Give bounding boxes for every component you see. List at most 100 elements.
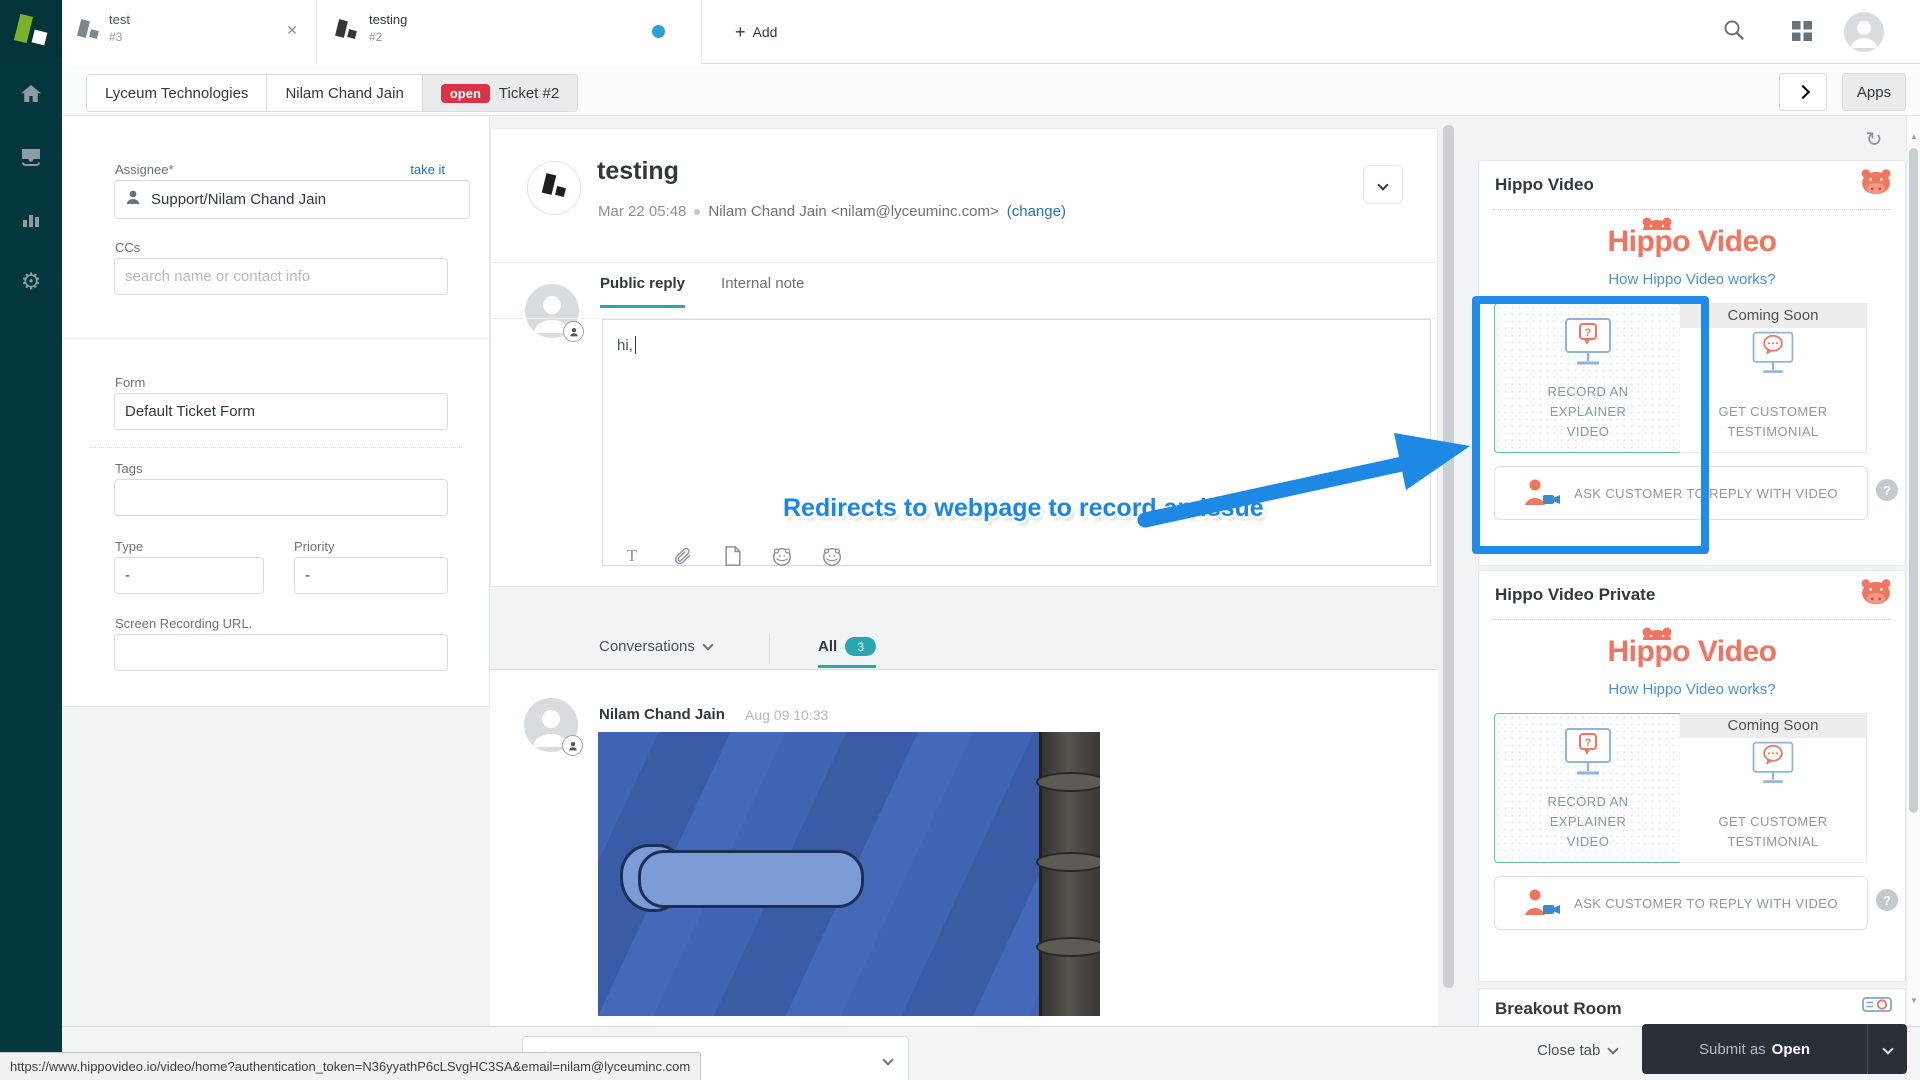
app-card-title: Hippo Video Private [1495, 585, 1655, 605]
collapse-ticket-button[interactable] [1363, 165, 1403, 204]
how-it-works-link[interactable]: How Hippo Video works? [1479, 681, 1905, 698]
apps-panel-scrollbar[interactable]: ▲ ▼ [1906, 116, 1920, 1026]
cartoon-arm-shape [638, 850, 864, 908]
text-format-icon[interactable]: T [620, 544, 644, 568]
add-tab-button[interactable]: + Add [735, 18, 777, 46]
annotation-arrow [1130, 420, 1478, 550]
hippo-video-logo: Hippo Video [1479, 635, 1905, 669]
message-attached-image[interactable] [598, 732, 1100, 1016]
app-card-title: Hippo Video [1495, 175, 1594, 195]
hippo-head-icon [1860, 578, 1892, 611]
brand-logo-tile[interactable] [0, 0, 62, 64]
submit-prefix: Submit as [1699, 1041, 1766, 1058]
close-tab-icon[interactable]: ✕ [286, 22, 298, 39]
requester-brand-avatar [527, 161, 581, 215]
user-avatar[interactable] [1844, 12, 1884, 52]
reports-icon[interactable] [19, 207, 43, 231]
tab-public-reply[interactable]: Public reply [600, 275, 685, 308]
breadcrumb-organization[interactable]: Lyceum Technologies [87, 75, 267, 111]
dotted-divider [1493, 209, 1891, 210]
record-explainer-tile[interactable]: ? RECORD AN EXPLAINER VIDEO [1494, 713, 1682, 863]
filter-all-tab[interactable]: All 3 [818, 637, 876, 668]
search-icon[interactable] [1722, 18, 1750, 46]
editor-text: hi, [617, 337, 633, 354]
left-nav-sidebar: ⚙ [0, 0, 62, 1080]
close-tab-dropdown[interactable]: Close tab [1537, 1042, 1617, 1059]
form-label: Form [115, 375, 145, 390]
main-scrollbar[interactable] [1443, 125, 1454, 988]
type-select[interactable] [114, 557, 264, 594]
attachment-paperclip-icon[interactable] [670, 544, 694, 568]
ticket-icon [79, 18, 99, 46]
cartoon-pipe-shape [1039, 732, 1100, 1016]
screen-recording-url-input[interactable] [114, 634, 448, 671]
app-window: ⚙ test #3 ✕ testing #2 + Add Lyceum Tech… [0, 0, 1920, 1080]
plus-icon: + [735, 23, 746, 41]
chevron-down-icon [1882, 1043, 1893, 1054]
assignee-field[interactable] [114, 180, 470, 219]
conversation-log: Nilam Chand Jain Aug 09 10:33 [490, 670, 1438, 1026]
change-requester-link[interactable]: (change) [1007, 203, 1066, 220]
close-tab-label: Close tab [1537, 1042, 1600, 1059]
record-explainer-label: RECORD AN EXPLAINER VIDEO [1527, 792, 1649, 852]
chevron-right-icon [1796, 85, 1810, 99]
ticket-icon [337, 18, 357, 46]
hippo-video-private-card: Hippo Video Private Hippo Video How Hipp… [1478, 570, 1906, 982]
ask-customer-label: ASK CUSTOMER TO REPLY WITH VIDEO [1574, 896, 1838, 911]
ticket-subtitle: Mar 22 05:48 Nilam Chand Jain <nilam@lyc… [598, 203, 1066, 220]
chevron-down-icon [1608, 1043, 1619, 1054]
form-select[interactable] [114, 393, 448, 430]
ticket-tab-test[interactable]: test #3 ✕ [63, 0, 317, 64]
ask-customer-reply-button[interactable]: ASK CUSTOMER TO REPLY WITH VIDEO [1494, 876, 1868, 930]
ticket-number-label: Ticket #2 [499, 85, 559, 102]
zendesk-logo-icon [12, 13, 50, 51]
submit-as-open-button[interactable]: Submit as Open [1642, 1024, 1867, 1074]
conversations-dropdown[interactable]: Conversations [599, 638, 712, 655]
requester-email: Nilam Chand Jain <nilam@lyceuminc.com> [708, 203, 998, 220]
message-author: Nilam Chand Jain [599, 706, 725, 723]
submit-button-group: Submit as Open [1642, 1024, 1907, 1074]
apps-toggle-button[interactable]: Apps [1842, 73, 1906, 111]
admin-gear-icon[interactable]: ⚙ [19, 269, 43, 293]
views-icon[interactable] [19, 145, 43, 169]
submit-options-chevron[interactable] [1867, 1024, 1907, 1074]
get-testimonial-tile[interactable]: Coming Soon GET CUSTOMER TESTIMONIAL [1680, 713, 1867, 863]
all-label: All [818, 638, 837, 655]
help-circle-icon[interactable]: ? [1876, 479, 1898, 501]
breadcrumb-requester[interactable]: Nilam Chand Jain [267, 75, 422, 111]
chevron-down-icon [1377, 179, 1388, 190]
message-badge-icon [562, 735, 583, 756]
ticket-tab-testing-active[interactable]: testing #2 [317, 0, 702, 64]
ticket-properties-panel: Assignee* take it CCs Form Tags Type Pri… [62, 116, 490, 707]
how-it-works-link[interactable]: How Hippo Video works? [1479, 271, 1905, 288]
svg-text:?: ? [1585, 737, 1592, 749]
chevron-down-icon [702, 639, 713, 650]
scrollbar-thumb[interactable] [1909, 148, 1918, 813]
hippo-video-library-icon[interactable] [820, 544, 844, 568]
refresh-apps-icon[interactable]: ↻ [1862, 128, 1886, 152]
tab-title: test [109, 12, 130, 27]
breadcrumb-ticket[interactable]: open Ticket #2 [423, 75, 577, 111]
projector-icon [1862, 993, 1892, 1022]
home-icon[interactable] [19, 82, 43, 106]
tags-input[interactable] [114, 479, 448, 516]
take-it-link[interactable]: take it [410, 162, 445, 177]
apps-grid-icon[interactable] [1792, 21, 1820, 49]
tab-internal-note[interactable]: Internal note [721, 275, 804, 308]
hippo-video-record-icon[interactable] [770, 544, 794, 568]
get-testimonial-label: GET CUSTOMER TESTIMONIAL [1712, 812, 1834, 852]
annotation-highlight-rectangle [1472, 296, 1709, 554]
type-label: Type [115, 539, 143, 554]
scroll-up-icon[interactable]: ▲ [1907, 132, 1920, 141]
get-testimonial-label: GET CUSTOMER TESTIMONIAL [1712, 402, 1834, 442]
ccs-input[interactable] [114, 258, 448, 295]
dotted-divider [1493, 619, 1891, 620]
insert-document-icon[interactable] [720, 544, 744, 568]
assignee-input[interactable] [149, 190, 459, 209]
scroll-down-icon[interactable]: ▼ [1907, 996, 1920, 1005]
next-ticket-button[interactable] [1779, 73, 1827, 111]
conversations-label: Conversations [599, 638, 695, 655]
link-url: https://www.hippovideo.io/video/home?aut… [10, 1059, 690, 1074]
help-circle-icon[interactable]: ? [1876, 889, 1898, 911]
priority-select[interactable] [294, 557, 448, 594]
